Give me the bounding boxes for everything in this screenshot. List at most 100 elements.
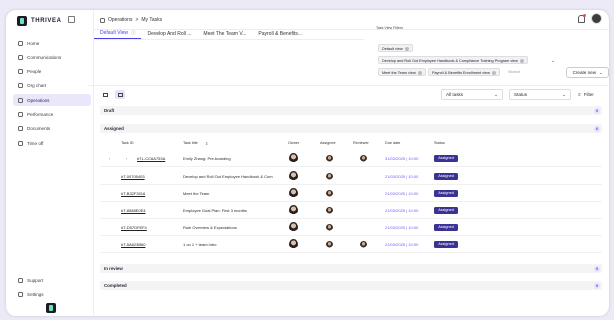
section-label: In review bbox=[104, 266, 123, 271]
assignee-avatar[interactable] bbox=[326, 207, 333, 214]
column-header-status[interactable]: Status bbox=[434, 141, 445, 145]
assignee-avatar[interactable] bbox=[326, 241, 333, 248]
column-header-due-date[interactable]: Due date bbox=[385, 141, 400, 145]
assignee-avatar[interactable] bbox=[326, 224, 333, 231]
task-title[interactable]: Role Overview & Expectations bbox=[183, 225, 237, 230]
remove-chip-icon[interactable] bbox=[491, 71, 496, 75]
sidebar-item-people[interactable]: People bbox=[13, 66, 91, 78]
notification-dot bbox=[583, 14, 586, 17]
assignee-avatar[interactable] bbox=[326, 173, 333, 180]
remove-chip-icon[interactable] bbox=[519, 59, 524, 63]
section-completed[interactable]: Completed 0 bbox=[100, 281, 602, 290]
owner-avatar[interactable] bbox=[289, 188, 298, 199]
filter-chip[interactable]: Default view bbox=[378, 44, 413, 52]
operations-icon bbox=[18, 97, 23, 103]
table-toolbar: All tasks ⌄ Status ⌄ ≡ Filter bbox=[88, 85, 614, 103]
sort-icon[interactable]: ⇕ bbox=[205, 141, 208, 146]
sidebar-item-settings[interactable]: Settings bbox=[13, 288, 91, 300]
column-header-assignee[interactable]: Assignee bbox=[320, 141, 336, 145]
sidebar-item-label: Time off bbox=[27, 140, 44, 146]
filter-chip[interactable]: Develop and Roll Out Employee Handbook &… bbox=[378, 56, 528, 64]
view-filters-label: Task View Filters bbox=[376, 26, 403, 30]
table-row[interactable]: #T-5A623B60 1 on 1 + team intro 21/03/20… bbox=[100, 236, 602, 253]
tab-develop-and-roll[interactable]: Develop And Roll ... bbox=[141, 28, 197, 39]
sidebar-item-org-chart[interactable]: Org chart bbox=[13, 80, 91, 92]
task-title[interactable]: Meet the Team bbox=[183, 191, 209, 196]
settings-icon bbox=[18, 291, 23, 297]
sidebar: THRIVEA Home Communications People Org c… bbox=[6, 10, 94, 316]
column-header-task-title[interactable]: Task title bbox=[183, 141, 198, 145]
sidebar-item-performance[interactable]: Performance bbox=[13, 108, 91, 120]
filter-chip[interactable]: Meet the Team view bbox=[378, 68, 426, 76]
table-row[interactable]: #T-00705403 Develop and Roll Out Employe… bbox=[100, 168, 602, 185]
tab-default-view[interactable]: Default View ⓘ bbox=[94, 28, 142, 39]
chip-label: Payroll & Benefits Enrollment view bbox=[432, 71, 490, 75]
info-icon: ⓘ bbox=[130, 30, 136, 35]
reviewer-avatar[interactable] bbox=[360, 241, 367, 248]
tab-label: Meet The Team V... bbox=[203, 30, 247, 37]
assignee-avatar[interactable] bbox=[326, 190, 333, 197]
task-scope-select[interactable]: All tasks ⌄ bbox=[441, 89, 503, 100]
task-id-link[interactable]: #T-5A623B60 bbox=[121, 242, 145, 247]
status-select[interactable]: Status ⌄ bbox=[509, 89, 571, 100]
calendar-icon bbox=[18, 140, 23, 146]
tab-meet-the-team[interactable]: Meet The Team V... bbox=[197, 28, 252, 39]
section-in-review[interactable]: In review 0 bbox=[100, 264, 602, 273]
owner-avatar[interactable] bbox=[289, 153, 298, 164]
task-id-link[interactable]: #T-B32F3016 bbox=[121, 191, 145, 196]
column-header-owner[interactable]: Owner bbox=[288, 141, 299, 145]
view-filter-search-input[interactable]: Search bbox=[508, 70, 520, 74]
table-row[interactable]: #T-8588E0E4 Employee Goal Plan: First 3 … bbox=[100, 202, 602, 219]
owner-avatar[interactable] bbox=[289, 205, 298, 216]
owner-avatar[interactable] bbox=[289, 239, 298, 250]
filter-chip[interactable]: Payroll & Benefits Enrollment view bbox=[428, 68, 500, 76]
breadcrumb-section[interactable]: Operations bbox=[108, 17, 132, 23]
collapse-sidebar-icon[interactable] bbox=[68, 16, 75, 23]
owner-avatar[interactable] bbox=[289, 171, 298, 182]
section-assigned[interactable]: Assigned 6 bbox=[100, 124, 602, 133]
table-row[interactable]: #T-D57DFEF4 Role Overview & Expectations… bbox=[100, 219, 602, 236]
task-id-link[interactable]: #TL-CC6A753A bbox=[137, 156, 165, 161]
breadcrumb-page: My Tasks bbox=[141, 17, 163, 23]
column-header-task-id[interactable]: Task ID bbox=[121, 141, 134, 145]
task-id-link[interactable]: #T-00705403 bbox=[121, 174, 145, 179]
chevron-down-icon: ⌄ bbox=[562, 91, 566, 97]
task-title[interactable]: Emily Zhang: Pre-boarding bbox=[183, 156, 231, 161]
section-draft[interactable]: Draft 0 bbox=[100, 106, 602, 115]
sidebar-item-label: Org chart bbox=[27, 83, 47, 89]
task-title[interactable]: Develop and Roll Out Employee Handbook &… bbox=[183, 174, 273, 179]
sidebar-nav: Home Communications People Org chart Ope… bbox=[13, 37, 91, 151]
table-row[interactable]: #T-B32F3016 Meet the Team 21/03/2025 | 1… bbox=[100, 185, 602, 202]
sidebar-item-support[interactable]: Support bbox=[13, 274, 91, 286]
list-view-button[interactable] bbox=[115, 90, 125, 99]
expand-icon[interactable]: › bbox=[109, 156, 110, 161]
column-header-reviewer[interactable]: Reviewer bbox=[353, 141, 369, 145]
sidebar-item-home[interactable]: Home bbox=[13, 37, 91, 49]
task-id-link[interactable]: #T-D57DFEF4 bbox=[121, 225, 147, 230]
task-title[interactable]: Employee Goal Plan: First 3 months bbox=[183, 208, 247, 213]
chevron-down-icon: ⌄ bbox=[599, 70, 603, 75]
reviewer-avatar[interactable] bbox=[360, 155, 367, 162]
task-title[interactable]: 1 on 1 + team intro bbox=[183, 242, 216, 247]
table-row[interactable]: › › #TL-CC6A753A Emily Zhang: Pre-boardi… bbox=[100, 150, 602, 167]
tab-payroll-benefits[interactable]: Payroll & Benefits... bbox=[252, 28, 308, 39]
remove-chip-icon[interactable] bbox=[417, 71, 422, 75]
owner-avatar[interactable] bbox=[289, 222, 298, 233]
view-tabs: Default View ⓘ Develop And Roll ... Meet … bbox=[94, 28, 354, 39]
filter-button[interactable]: ≡ Filter bbox=[578, 89, 603, 100]
section-count: 0 bbox=[594, 107, 600, 114]
sidebar-item-communications[interactable]: Communications bbox=[13, 51, 91, 63]
task-id-link[interactable]: #T-8588E0E4 bbox=[121, 208, 145, 213]
chevron-down-icon[interactable]: ⌄ bbox=[551, 58, 555, 64]
assignee-avatar[interactable] bbox=[326, 155, 333, 162]
section-count: 0 bbox=[594, 282, 600, 289]
subtask-icon: › bbox=[126, 156, 128, 161]
create-new-button[interactable]: Create new ⌄ bbox=[566, 67, 609, 78]
sidebar-item-time-off[interactable]: Time off bbox=[13, 137, 91, 149]
board-view-button[interactable] bbox=[100, 90, 110, 99]
sidebar-item-documents[interactable]: Documents bbox=[13, 123, 91, 135]
sidebar-item-operations[interactable]: Operations bbox=[13, 94, 91, 107]
remove-chip-icon[interactable] bbox=[404, 47, 409, 51]
user-avatar[interactable] bbox=[591, 13, 602, 24]
sidebar-item-label: People bbox=[27, 69, 42, 75]
